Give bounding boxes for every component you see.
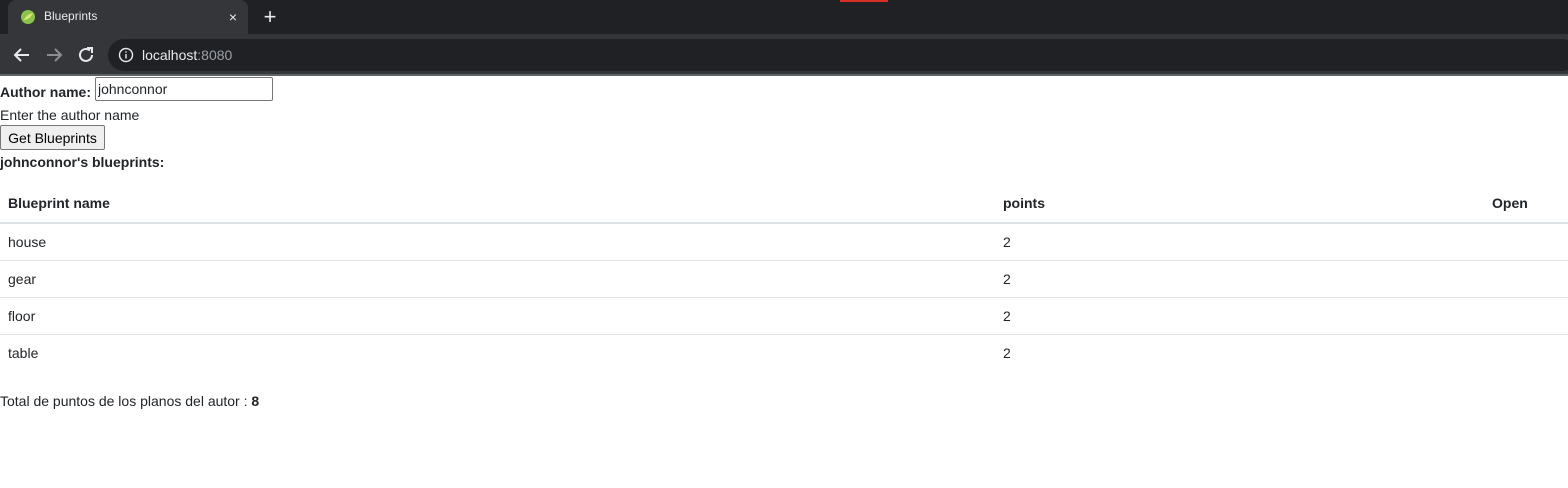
page-content: Author name: Enter the author name Get B… (0, 76, 1568, 488)
site-info-icon[interactable] (118, 47, 134, 63)
tab-title: Blueprints (44, 9, 98, 23)
table-row: table 2 (0, 335, 1568, 372)
points-cell: 2 (995, 297, 1484, 335)
get-blueprints-button[interactable]: Get Blueprints (0, 125, 105, 150)
total-points: Total de puntos de los planos del autor … (0, 393, 259, 409)
points-cell: 2 (995, 260, 1484, 298)
author-input[interactable] (95, 77, 273, 101)
new-tab-icon[interactable]: + (259, 6, 281, 28)
address-bar[interactable] (108, 39, 1568, 71)
table-row: gear 2 (0, 260, 1568, 298)
blueprint-name-cell: gear (0, 260, 995, 298)
open-cell (1484, 335, 1568, 372)
open-cell (1484, 223, 1568, 261)
close-tab-icon[interactable]: × (224, 8, 242, 26)
blueprint-name-cell: table (8, 345, 39, 361)
header-points: points (995, 184, 1484, 224)
open-cell (1484, 260, 1568, 298)
back-arrow-icon[interactable] (11, 44, 33, 66)
points-cell: 2 (1003, 345, 1011, 361)
points-cell: 2 (995, 223, 1484, 261)
recording-indicator (840, 0, 888, 2)
table-header-row: Blueprint name points Open (0, 184, 1568, 224)
blueprints-title: johnconnor's blueprints: (0, 154, 165, 170)
url-host: localhost (142, 47, 198, 63)
url-port: :8080 (197, 47, 233, 63)
blueprints-table: Blueprint name points Open house 2 gear … (0, 184, 1568, 371)
author-hint: Enter the author name (0, 107, 140, 123)
table-row: floor 2 (0, 297, 1568, 335)
total-value: 8 (251, 393, 260, 409)
author-label: Author name: (0, 84, 91, 100)
forward-arrow-icon[interactable] (43, 44, 65, 66)
header-open: Open (1484, 184, 1568, 224)
table-row: house 2 (0, 223, 1568, 261)
spring-leaf-icon (21, 10, 35, 24)
blueprint-name-cell: floor (0, 297, 995, 335)
reload-icon[interactable] (75, 44, 97, 66)
total-label: Total de puntos de los planos del autor … (0, 393, 252, 409)
blueprint-name-cell: house (0, 223, 995, 261)
header-blueprint-name: Blueprint name (0, 184, 995, 224)
browser-tab[interactable]: Blueprints × (8, 0, 248, 34)
url-text[interactable]: localhost:8080 (142, 47, 232, 63)
open-cell (1484, 297, 1568, 335)
